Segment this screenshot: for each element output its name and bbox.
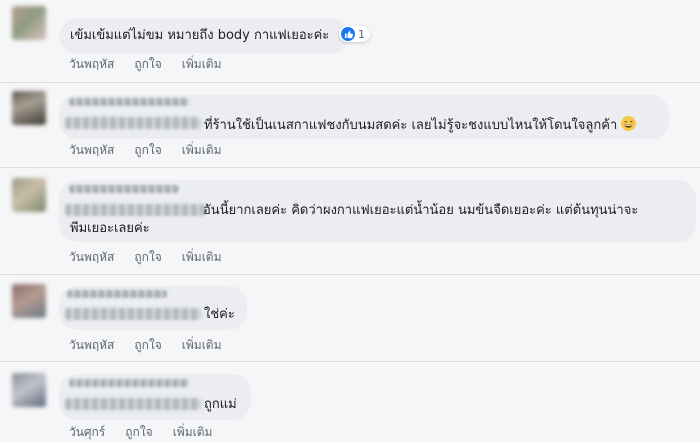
comment-actions: วันพฤหัส ถูกใจ เพิ่มเติม <box>69 336 222 355</box>
like-link[interactable]: ถูกใจ <box>134 336 161 355</box>
comment-actions: วันพฤหัส ถูกใจ เพิ่มเติม <box>69 248 222 267</box>
comment-bubble: ที่ร้านใช้เป็นเนสกาแฟชงกับนมสดค่ะ เลยไม่… <box>59 95 669 139</box>
more-link[interactable]: เพิ่มเติม <box>182 248 222 267</box>
like-link[interactable]: ถูกใจ <box>134 248 161 267</box>
mention-redacted <box>65 204 205 216</box>
author-name-redacted[interactable] <box>69 98 189 106</box>
more-link[interactable]: เพิ่มเติม <box>182 55 222 74</box>
comment-actions: วันพฤหัส ถูกใจ เพิ่มเติม <box>69 141 222 160</box>
avatar[interactable] <box>12 178 46 212</box>
comment-bubble: ใช่ค่ะ <box>59 286 247 330</box>
like-link[interactable]: ถูกใจ <box>134 141 161 160</box>
comment-actions: วันพฤหัส ถูกใจ เพิ่มเติม <box>69 55 222 74</box>
comment-bubble: ถูกแม่ <box>59 374 251 420</box>
reaction-badge[interactable]: 1 <box>339 26 370 42</box>
grinning-face-emoji <box>621 116 637 131</box>
author-name-redacted[interactable] <box>69 379 189 387</box>
like-link[interactable]: ถูกใจ <box>134 55 161 74</box>
comment-bubble: อันนี้ยากเลยค่ะ คิดว่าผงกาแฟเยอะแต่น้ำน้… <box>59 180 696 242</box>
timestamp-link[interactable]: วันพฤหัส <box>69 248 114 267</box>
more-link[interactable]: เพิ่มเติม <box>173 423 213 442</box>
avatar[interactable] <box>12 6 46 40</box>
author-name-redacted[interactable] <box>69 185 179 193</box>
comment-text: ใช่ค่ะ <box>204 307 235 322</box>
author-name-redacted[interactable] <box>67 290 167 298</box>
comment-bubble: เข้มเข้มแต่ไม่ขม หมายถึง body กาแฟเยอะค่… <box>59 19 349 53</box>
comment-text-line-2: พีมเยอะเลยค่ะ <box>70 221 150 236</box>
mention-redacted <box>65 398 201 410</box>
reaction-count: 1 <box>358 27 365 41</box>
avatar[interactable] <box>12 91 46 125</box>
more-link[interactable]: เพิ่มเติม <box>182 141 222 160</box>
more-link[interactable]: เพิ่มเติม <box>182 336 222 355</box>
mention-redacted <box>65 117 201 129</box>
divider <box>0 167 700 168</box>
like-link[interactable]: ถูกใจ <box>125 423 152 442</box>
comment-actions: วันศุกร์ ถูกใจ เพิ่มเติม <box>69 423 212 442</box>
divider <box>0 361 700 362</box>
divider <box>0 274 700 275</box>
timestamp-link[interactable]: วันพฤหัส <box>69 336 114 355</box>
timestamp-link[interactable]: วันพฤหัส <box>69 141 114 160</box>
avatar[interactable] <box>12 284 46 318</box>
mention-redacted <box>65 308 201 320</box>
divider <box>0 82 700 83</box>
avatar[interactable] <box>12 373 46 407</box>
comment-text-line-1: อันนี้ยากเลยค่ะ คิดว่าผงกาแฟเยอะแต่น้ำน้… <box>203 203 639 218</box>
timestamp-link[interactable]: วันพฤหัส <box>69 55 114 74</box>
like-icon <box>341 27 355 41</box>
comment-text: ที่ร้านใช้เป็นเนสกาแฟชงกับนมสดค่ะ เลยไม่… <box>204 116 637 134</box>
comment-text: เข้มเข้มแต่ไม่ขม หมายถึง body กาแฟเยอะค่… <box>70 28 330 43</box>
timestamp-link[interactable]: วันศุกร์ <box>69 423 105 442</box>
comment-text: ถูกแม่ <box>204 397 237 412</box>
